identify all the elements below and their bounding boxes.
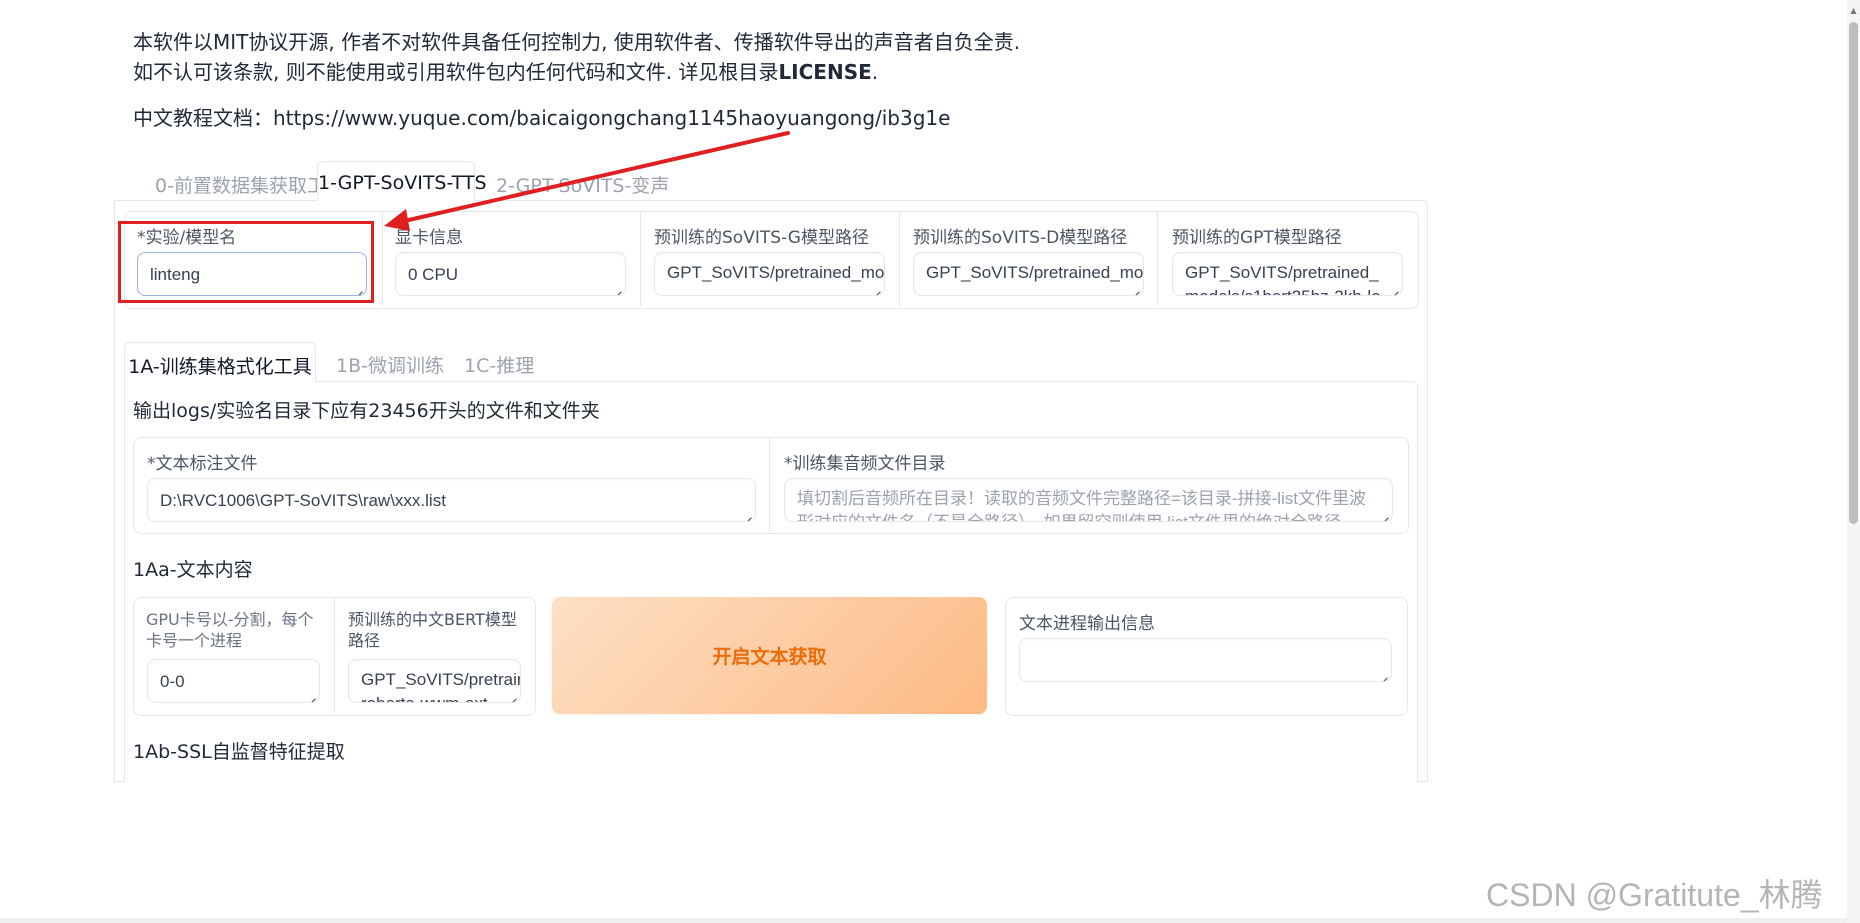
tab-gpt-sovits-tts[interactable]: 1-GPT-SoVITS-TTS [317,161,487,201]
text-output-label: 文本进程输出信息 [1019,614,1155,634]
group-divider [334,598,335,713]
resize-handle-icon[interactable] [1389,282,1399,292]
start-text-extraction-button[interactable]: 开启文本获取 [552,597,987,714]
watermark: CSDN @Gratitute_林腾 [1486,877,1823,913]
scrollbar-thumb[interactable] [1849,22,1858,524]
resize-handle-icon[interactable] [742,508,752,518]
resize-handle-icon[interactable] [306,689,316,699]
gpt-model-label: 预训练的GPT模型路径 [1172,228,1342,248]
sovits-d-input[interactable]: GPT_SoVITS/pretrained_models/s2D488k.pth [913,252,1144,296]
text-output-box[interactable] [1019,638,1392,682]
text-file-value: D:\RVC1006\GPT-SoVITS\raw\xxx.list [160,491,446,510]
resize-handle-icon[interactable] [1379,508,1389,518]
gpu-info-value: 0 CPU [408,265,459,284]
tab-finetune[interactable]: 1B-微调训练 [336,351,444,378]
audio-dir-input[interactable]: 填切割后音频所在目录！读取的音频文件完整路径=该目录-拼接-list文件里波形对… [784,478,1393,522]
audio-dir-placeholder: 填切割后音频所在目录！读取的音频文件完整路径=该目录-拼接-list文件里波形对… [797,489,1367,521]
text-file-input[interactable]: D:\RVC1006\GPT-SoVITS\raw\xxx.list [147,478,756,522]
gpu-ids-label: GPU卡号以-分割，每个卡号一个进程 [146,610,314,650]
sovits-g-value: GPT_SoVITS/pretrained_models/s2G488k.pth [667,263,885,282]
bert-path-value: GPT_SoVITS/pretrained_models/chinese-rob… [361,670,520,702]
license-notice-line2: 如不认可该条款, 则不能使用或引用软件包内任何代码和文件. 详见根目录LICEN… [133,56,878,85]
resize-handle-icon[interactable] [1378,668,1388,678]
resize-handle-icon[interactable] [1130,282,1140,292]
config-divider [899,212,900,306]
license-notice-text: 如不认可该条款, 则不能使用或引用软件包内任何代码和文件. 详见根目录 [133,60,779,84]
output-hint: 输出logs/实验名目录下应有23456开头的文件和文件夹 [133,400,600,422]
gpt-model-value: GPT_SoVITS/pretrained_models/s1bert25hz-… [1185,263,1381,295]
sovits-g-input[interactable]: GPT_SoVITS/pretrained_models/s2G488k.pth [654,252,885,296]
annotation-highlight-box [118,221,374,303]
resize-handle-icon[interactable] [612,282,622,292]
tab-format-tool[interactable]: 1A-训练集格式化工具 [124,342,316,382]
audio-dir-label: *训练集音频文件目录 [784,454,946,474]
sovits-d-label: 预训练的SoVITS-D模型路径 [913,228,1128,248]
license-link-text: LICENSE [778,60,872,84]
bert-path-label: 预训练的中文BERT模型路径 [348,610,517,650]
license-notice-line1: 本软件以MIT协议开源, 作者不对软件具备任何控制力, 使用软件者、传播软件导出… [133,30,1021,54]
text-file-label: *文本标注文件 [147,454,258,474]
gpu-ids-input[interactable]: 0-0 [147,659,320,703]
resize-handle-icon[interactable] [507,689,517,699]
gpu-ids-value: 0-0 [160,672,185,691]
bottom-edge [0,918,1847,923]
gpu-info-input[interactable]: 0 CPU [395,252,626,296]
section-1aa-title: 1Aa-文本内容 [133,559,253,581]
license-notice-suffix: . [871,60,879,84]
bert-path-input[interactable]: GPT_SoVITS/pretrained_models/chinese-rob… [348,659,521,703]
scroll-up-icon[interactable]: ▲ [1849,6,1858,18]
gpt-model-input[interactable]: GPT_SoVITS/pretrained_models/s1bert25hz-… [1172,252,1403,296]
paths-divider [769,438,770,531]
config-divider [1157,212,1158,306]
section-1ab-title: 1Ab-SSL自监督特征提取 [133,741,345,763]
tab-inference[interactable]: 1C-推理 [464,351,534,378]
sovits-d-value: GPT_SoVITS/pretrained_models/s2D488k.pth [926,263,1144,282]
doc-label: 中文教程文档： [133,106,273,130]
resize-handle-icon[interactable] [871,282,881,292]
